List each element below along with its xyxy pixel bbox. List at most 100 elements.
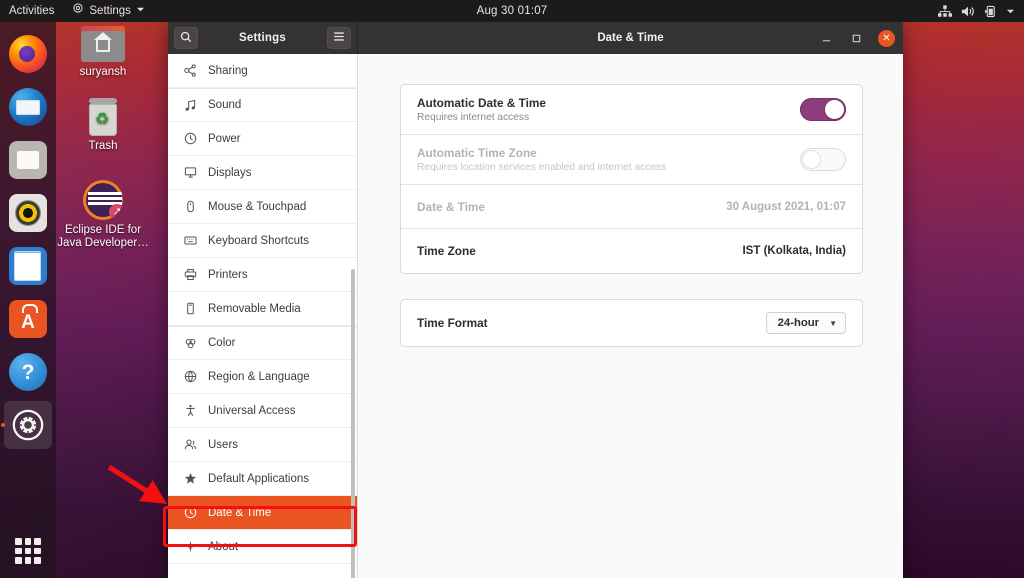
sidebar-item-label: Printers [208, 269, 248, 281]
globe-icon [183, 369, 198, 384]
dock-item-ubuntu-software[interactable] [4, 295, 52, 343]
row-title: Time Format [417, 316, 488, 330]
trash-icon: ♻ [57, 98, 149, 136]
grid-dot [15, 548, 22, 555]
desktop-icon-home[interactable]: suryansh [57, 26, 149, 79]
sidebar-item-label: Color [208, 337, 235, 349]
sidebar-item-universal-access[interactable]: Universal Access [168, 394, 357, 428]
app-menu-button[interactable]: Settings [63, 0, 154, 22]
sidebar-item-users[interactable]: Users [168, 428, 357, 462]
clock-icon [183, 505, 198, 520]
settings-window: Settings Date & Time ✕ [168, 22, 903, 578]
automatic-date-time-toggle[interactable] [800, 98, 846, 121]
close-icon: ✕ [882, 33, 890, 44]
sidebar-item-power[interactable]: Power [168, 122, 357, 156]
row-time-zone[interactable]: Time Zone IST (Kolkata, India) [401, 229, 862, 273]
firefox-icon [9, 35, 47, 73]
automatic-time-zone-toggle[interactable] [800, 148, 846, 171]
sidebar-item-keyboard-shortcuts[interactable]: Keyboard Shortcuts [168, 224, 357, 258]
sidebar-item-label: Sharing [208, 65, 248, 77]
window-headerbar: Settings Date & Time ✕ [168, 22, 903, 54]
sidebar-item-removable-media[interactable]: Removable Media [168, 292, 357, 326]
show-applications-button[interactable] [15, 538, 41, 564]
close-button[interactable]: ✕ [878, 30, 895, 47]
window-body: Sharing Sound Power [168, 54, 903, 578]
sidebar-item-default-applications[interactable]: Default Applications [168, 462, 357, 496]
dock-item-files[interactable] [4, 136, 52, 184]
top-bar: Activities Settings Aug 30 01:07 [0, 0, 1024, 22]
chevron-down-icon[interactable] [1006, 7, 1015, 16]
help-icon [9, 353, 47, 391]
window-title-left: Settings [202, 32, 323, 44]
maximize-button[interactable] [848, 30, 864, 46]
grid-dot [15, 538, 22, 545]
hamburger-menu-icon [333, 31, 345, 45]
sidebar-item-label: About [208, 541, 238, 553]
activities-button[interactable]: Activities [0, 0, 63, 22]
sidebar-scrollbar[interactable] [351, 269, 355, 578]
time-format-value: 24-hour [778, 317, 819, 329]
users-icon [183, 437, 198, 452]
time-format-card: Time Format 24-hour ▼ [400, 299, 863, 347]
sidebar-item-color[interactable]: Color [168, 326, 357, 360]
sidebar-item-label: Removable Media [208, 303, 301, 315]
chevron-down-icon: ▼ [829, 319, 837, 328]
dock-item-settings[interactable] [4, 401, 52, 449]
eclipse-icon: ↗ [57, 180, 149, 220]
volume-icon[interactable] [961, 5, 975, 18]
sidebar-item-sharing[interactable]: Sharing [168, 54, 357, 88]
sidebar-item-label: Users [208, 439, 238, 451]
about-icon [183, 539, 198, 554]
time-format-dropdown[interactable]: 24-hour ▼ [766, 312, 846, 334]
row-automatic-time-zone: Automatic Time Zone Requires location se… [401, 135, 862, 185]
network-wired-icon[interactable] [938, 5, 952, 18]
sidebar-item-date-time[interactable]: Date & Time [168, 496, 357, 530]
desktop-icon-eclipse[interactable]: ↗ Eclipse IDE for Java Developer… [57, 180, 149, 250]
app-menu-label: Settings [89, 0, 131, 22]
date-time-value: 30 August 2021, 01:07 [726, 201, 846, 213]
time-zone-value: IST (Kolkata, India) [742, 245, 846, 257]
search-button[interactable] [174, 27, 198, 49]
dock-item-thunderbird[interactable] [4, 83, 52, 131]
row-subtitle: Requires internet access [417, 112, 546, 123]
row-title: Date & Time [417, 200, 485, 214]
dock-item-firefox[interactable] [4, 30, 52, 78]
menu-button[interactable] [327, 27, 351, 49]
grid-dot [15, 557, 22, 564]
desktop-icon-label: suryansh [57, 66, 149, 79]
sidebar-item-mouse-touchpad[interactable]: Mouse & Touchpad [168, 190, 357, 224]
dock-item-rhythmbox[interactable] [4, 189, 52, 237]
settings-sidebar: Sharing Sound Power [168, 54, 358, 578]
row-automatic-date-time[interactable]: Automatic Date & Time Requires internet … [401, 85, 862, 135]
sidebar-item-about[interactable]: About [168, 530, 357, 564]
desktop-icon-trash[interactable]: ♻ Trash [57, 98, 149, 153]
dock-item-libreoffice-writer[interactable] [4, 242, 52, 290]
sidebar-item-sound[interactable]: Sound [168, 88, 357, 122]
files-icon [9, 141, 47, 179]
dock-item-help[interactable] [4, 348, 52, 396]
sidebar-item-label: Universal Access [208, 405, 296, 417]
sidebar-item-displays[interactable]: Displays [168, 156, 357, 190]
sidebar-item-label: Default Applications [208, 473, 309, 485]
color-icon [183, 336, 198, 351]
headerbar-right: Date & Time ✕ [358, 22, 903, 54]
accessibility-icon [183, 403, 198, 418]
date-time-panel: Automatic Date & Time Requires internet … [358, 54, 903, 578]
removable-media-icon [183, 301, 198, 316]
row-title: Automatic Time Zone [417, 146, 666, 160]
sidebar-item-label: Region & Language [208, 371, 310, 383]
sidebar-item-region-language[interactable]: Region & Language [168, 360, 357, 394]
keyboard-icon [183, 233, 198, 248]
power-icon [183, 131, 198, 146]
topbar-clock[interactable]: Aug 30 01:07 [469, 5, 556, 17]
row-title: Time Zone [417, 244, 476, 258]
battery-icon[interactable] [984, 5, 997, 18]
sidebar-item-label: Mouse & Touchpad [208, 201, 306, 213]
sidebar-item-label: Displays [208, 167, 251, 179]
row-date-time: Date & Time 30 August 2021, 01:07 [401, 185, 862, 229]
grid-dot [34, 538, 41, 545]
sidebar-item-printers[interactable]: Printers [168, 258, 357, 292]
minimize-button[interactable] [818, 30, 834, 46]
sound-icon [183, 98, 198, 113]
printer-icon [183, 267, 198, 282]
